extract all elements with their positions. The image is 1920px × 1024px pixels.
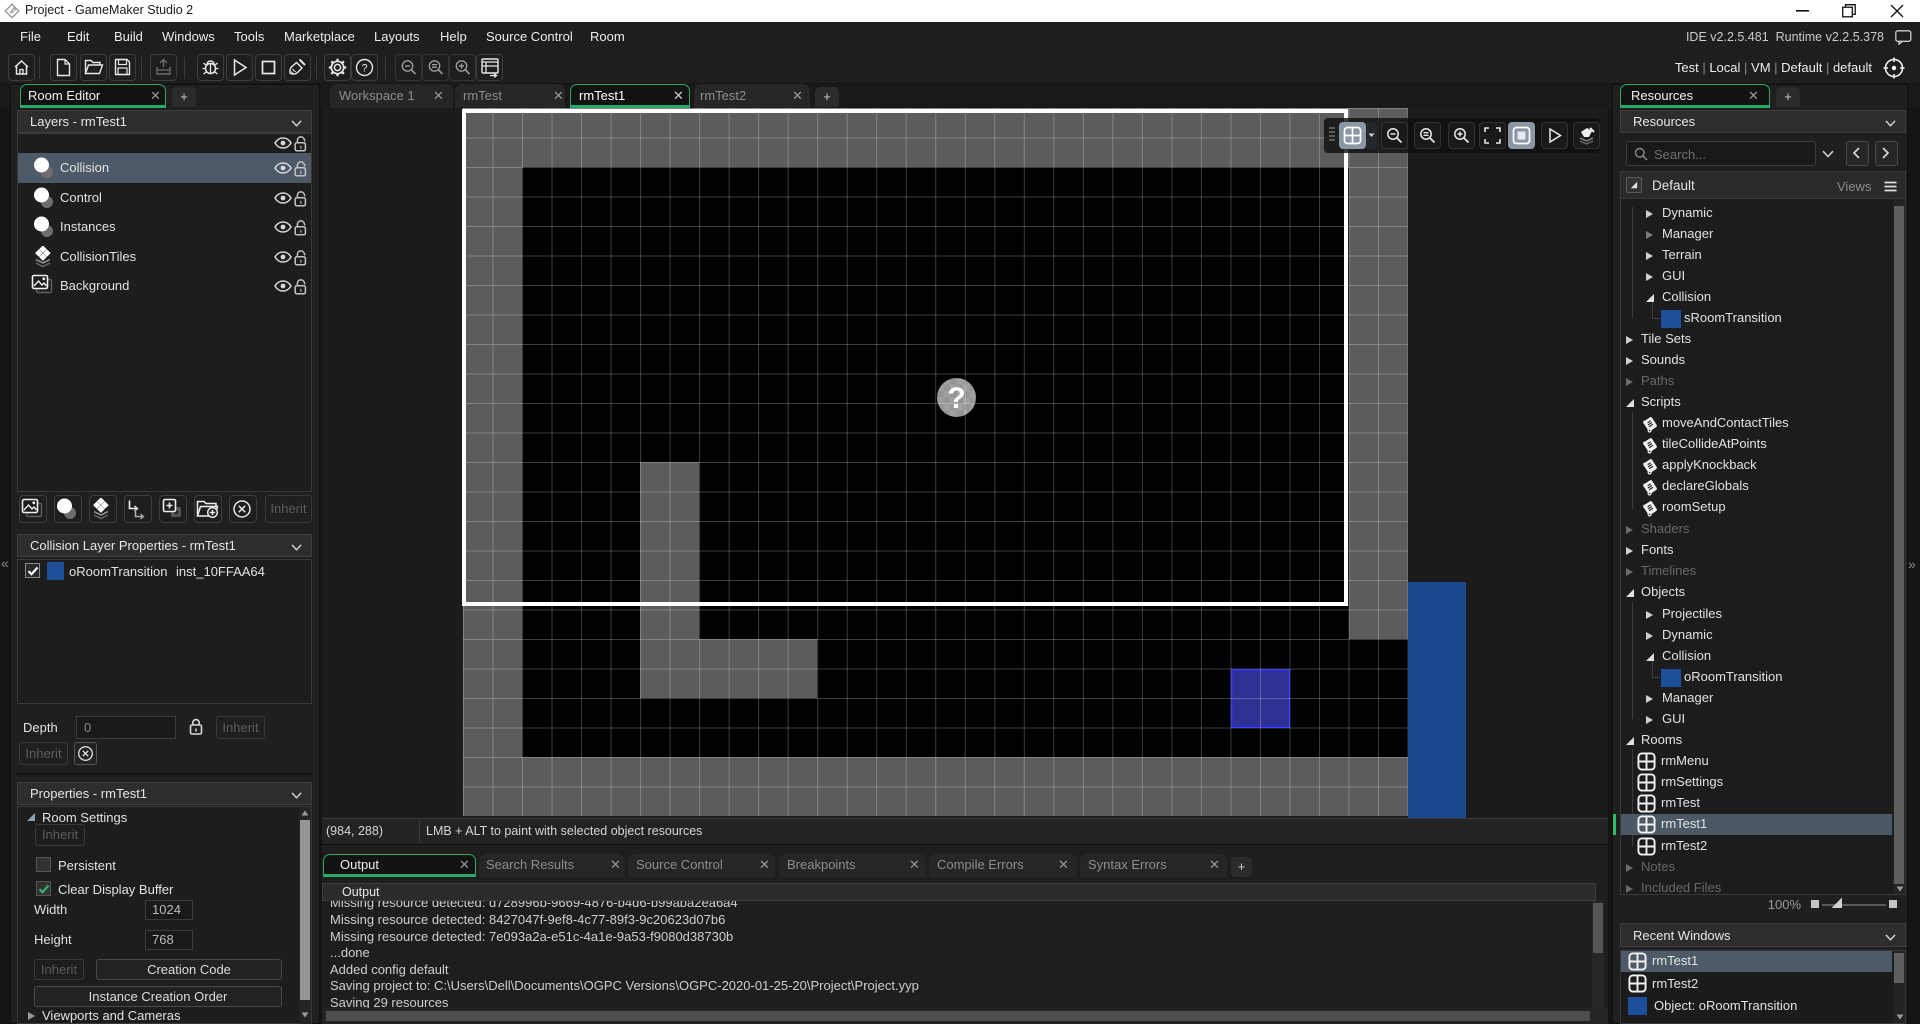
svg-text:?: ?: [361, 63, 367, 75]
